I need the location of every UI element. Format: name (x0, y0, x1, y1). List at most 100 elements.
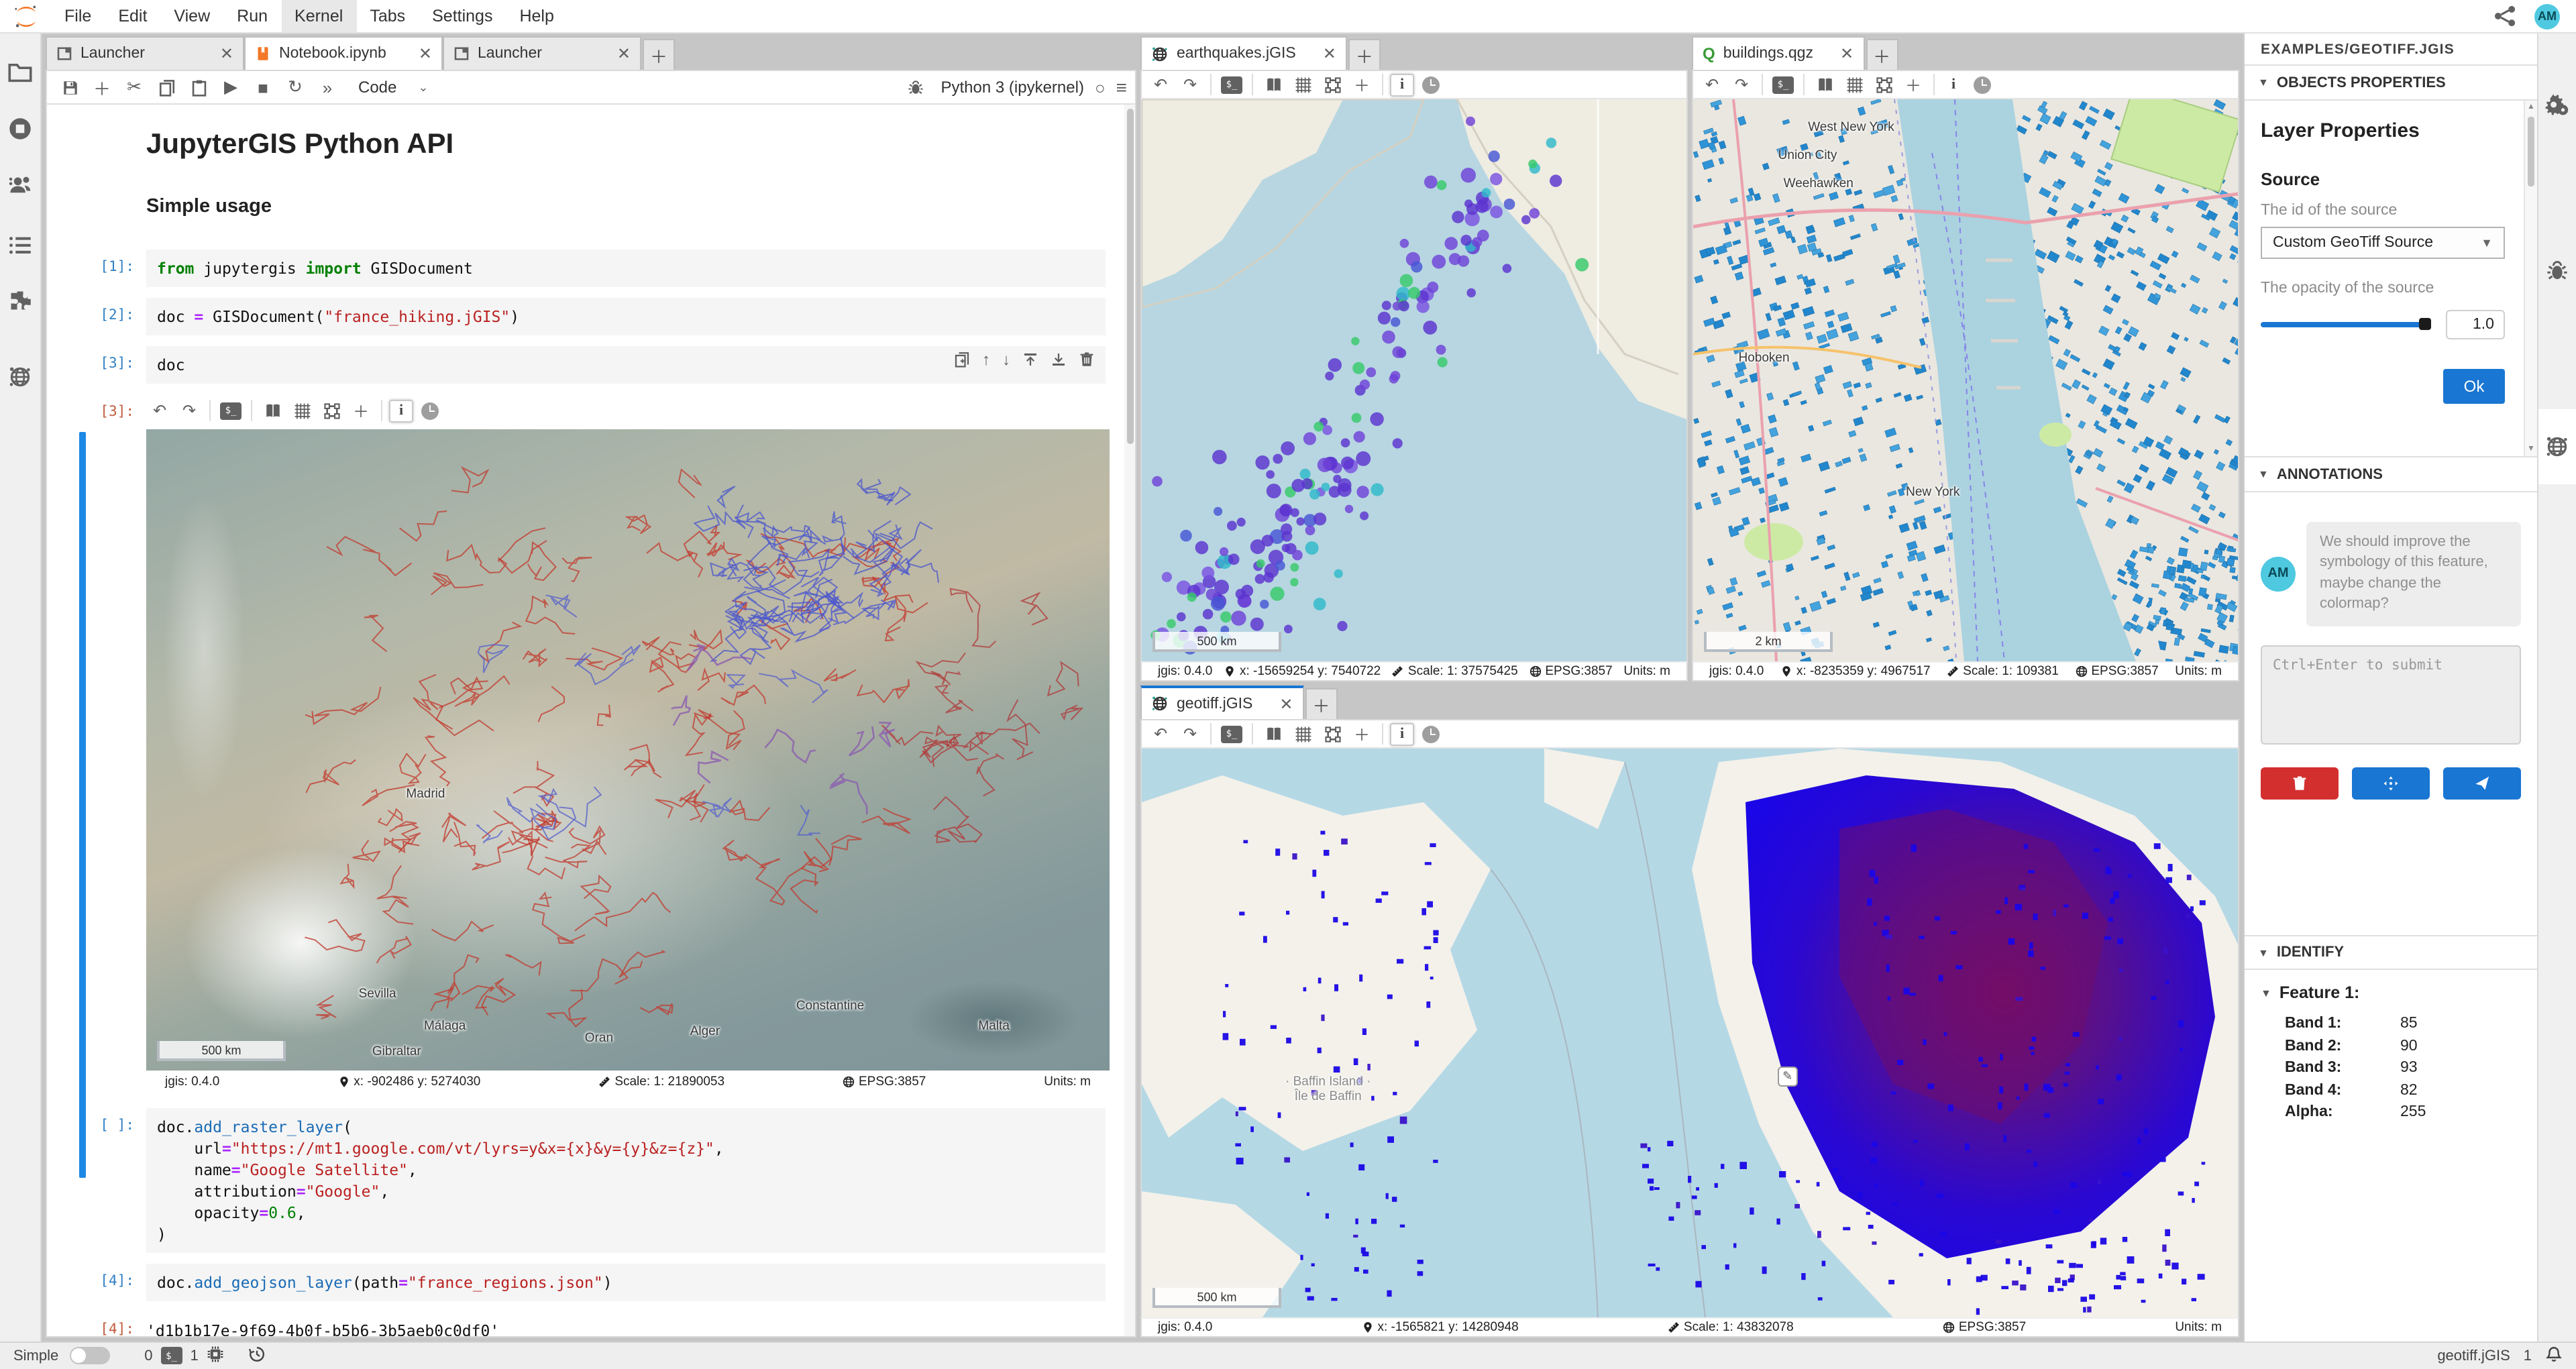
buildings-map[interactable]: West New YorkUnion CityWeehawkenHobokenN… (1692, 99, 2239, 661)
basemap-icon[interactable] (259, 398, 286, 423)
properties-scrollbar[interactable]: ▲▼ (2524, 101, 2537, 456)
close-icon[interactable]: ✕ (617, 44, 631, 63)
save-button[interactable] (55, 74, 85, 101)
cell-toolbar[interactable]: ↑↓ (954, 350, 1095, 369)
run-cell-button[interactable]: ▶ (216, 74, 246, 101)
temporal-icon[interactable] (1417, 72, 1444, 97)
basemap-icon[interactable] (1811, 72, 1838, 97)
extension-manager-icon[interactable] (0, 278, 40, 323)
menu-item-file[interactable]: File (51, 0, 105, 32)
basemap-icon[interactable] (1260, 72, 1287, 97)
paste-cell-button[interactable] (184, 74, 213, 101)
undo-icon[interactable]: ↶ (1147, 72, 1174, 97)
redo-icon[interactable]: ↷ (176, 398, 203, 423)
grid-icon[interactable] (1289, 722, 1316, 746)
restart-kernel-button[interactable]: ↻ (280, 74, 310, 101)
tab-geotiff[interactable]: geotiff.jGIS✕ (1140, 686, 1304, 719)
tab-launcher[interactable]: Launcher✕ (443, 36, 641, 70)
undo-icon[interactable]: ↶ (1147, 722, 1174, 746)
annotations-section[interactable]: ▼ ANNOTATIONS (2245, 457, 2537, 492)
identify-icon[interactable]: i (1390, 73, 1414, 96)
simple-mode-toggle[interactable] (69, 1348, 109, 1365)
identify-icon[interactable]: i (1941, 73, 1966, 96)
temporal-icon[interactable] (416, 398, 443, 423)
menu-item-tabs[interactable]: Tabs (356, 0, 419, 32)
kernel-icon[interactable] (207, 1346, 224, 1367)
menu-item-kernel[interactable]: Kernel (281, 0, 356, 32)
tab-earthquakes[interactable]: earthquakes.jGIS✕ (1140, 36, 1347, 70)
add-tab-button[interactable]: ＋ (1866, 39, 1898, 70)
collaboration-icon[interactable] (0, 162, 40, 208)
opacity-slider[interactable] (2261, 322, 2430, 327)
temporal-icon[interactable] (1968, 72, 1995, 97)
geometry-icon[interactable] (1319, 72, 1346, 97)
tab-launcher[interactable]: Launcher✕ (46, 36, 244, 70)
cut-cell-button[interactable]: ✂ (119, 74, 149, 101)
add-layer-icon[interactable]: ＋ (1348, 72, 1375, 97)
geotiff-map[interactable]: · Baffin Island · Île de Baffin ✎ 500 km (1140, 749, 2239, 1317)
insert-cell-button[interactable]: ＋ (87, 74, 117, 101)
notebook-menu-icon[interactable]: ≡ (1116, 76, 1127, 98)
cell-type-select[interactable]: Code⌄ (358, 78, 428, 97)
debugger-icon[interactable] (2537, 248, 2576, 294)
slider-knob[interactable] (2419, 318, 2431, 330)
add-layer-icon[interactable]: ＋ (1900, 72, 1927, 97)
close-icon[interactable]: ✕ (419, 44, 432, 63)
add-layer-icon[interactable]: ＋ (347, 398, 374, 423)
identify-icon[interactable]: i (389, 399, 413, 422)
earthquakes-map[interactable]: 500 km (1140, 99, 1688, 661)
menu-item-edit[interactable]: Edit (105, 0, 160, 32)
ok-button[interactable]: Ok (2443, 369, 2505, 404)
menu-item-view[interactable]: View (160, 0, 223, 32)
table-of-contents-icon[interactable] (0, 223, 40, 268)
geometry-icon[interactable] (1870, 72, 1897, 97)
geometry-icon[interactable] (318, 398, 345, 423)
identify-section[interactable]: ▼ IDENTIFY (2245, 935, 2537, 970)
gis-panel-icon[interactable] (0, 354, 40, 400)
geometry-icon[interactable] (1319, 722, 1346, 746)
objects-properties-section[interactable]: ▼ OBJECTS PROPERTIES (2245, 66, 2537, 101)
submit-annotation-button[interactable] (2443, 767, 2521, 799)
kernel-name[interactable]: Python 3 (ipykernel) (941, 78, 1084, 97)
source-select[interactable]: Custom GeoTiff Source▼ (2261, 227, 2505, 259)
copy-cell-button[interactable] (152, 74, 181, 101)
menu-item-help[interactable]: Help (506, 0, 567, 32)
grid-icon[interactable] (288, 398, 315, 423)
stop-kernel-button[interactable]: ■ (248, 74, 278, 101)
temporal-icon[interactable] (1417, 722, 1444, 746)
add-tab-button[interactable]: ＋ (1305, 688, 1338, 719)
restart-run-all-button[interactable]: » (313, 74, 342, 101)
redo-icon[interactable]: ↷ (1728, 72, 1755, 97)
console-icon[interactable]: $_ (1218, 722, 1245, 746)
cell-editor[interactable]: from jupytergis import GISDocument (146, 250, 1106, 287)
add-layer-icon[interactable]: ＋ (1348, 722, 1375, 746)
cell-editor[interactable]: doc↑↓ (146, 346, 1106, 384)
feature-header[interactable]: ▼ Feature 1: (2261, 983, 2521, 1002)
undo-icon[interactable]: ↶ (146, 398, 173, 423)
menu-item-settings[interactable]: Settings (419, 0, 506, 32)
property-inspector-icon[interactable] (2537, 82, 2576, 127)
annotation-marker[interactable]: ✎ (1778, 1067, 1798, 1087)
tab-buildings[interactable]: Q buildings.qgz✕ (1692, 36, 1864, 70)
close-icon[interactable]: ✕ (220, 44, 233, 63)
share-icon[interactable] (2491, 3, 2518, 30)
grid-icon[interactable] (1289, 72, 1316, 97)
file-browser-icon[interactable] (0, 50, 40, 95)
gis-properties-icon[interactable] (2538, 409, 2576, 484)
running-kernels-icon[interactable] (0, 106, 40, 152)
add-tab-button[interactable]: ＋ (643, 39, 675, 70)
grid-icon[interactable] (1841, 72, 1868, 97)
tab-notebook-ipynb[interactable]: Notebook.ipynb✕ (244, 36, 443, 70)
console-icon[interactable]: $_ (217, 398, 244, 423)
notebook-scrollbar[interactable] (1124, 105, 1135, 1336)
console-icon[interactable]: $_ (1770, 72, 1796, 97)
cell-editor[interactable]: doc = GISDocument("france_hiking.jGIS") (146, 298, 1106, 335)
history-icon[interactable] (248, 1346, 266, 1367)
undo-icon[interactable]: ↶ (1699, 72, 1725, 97)
close-icon[interactable]: ✕ (1279, 694, 1293, 713)
cell-editor[interactable]: doc.add_raster_layer( url="https://mt1.g… (146, 1108, 1106, 1253)
close-icon[interactable]: ✕ (1840, 44, 1854, 63)
redo-icon[interactable]: ↷ (1177, 72, 1203, 97)
debugger-icon[interactable] (901, 74, 930, 101)
user-avatar[interactable]: AM (2534, 3, 2560, 29)
